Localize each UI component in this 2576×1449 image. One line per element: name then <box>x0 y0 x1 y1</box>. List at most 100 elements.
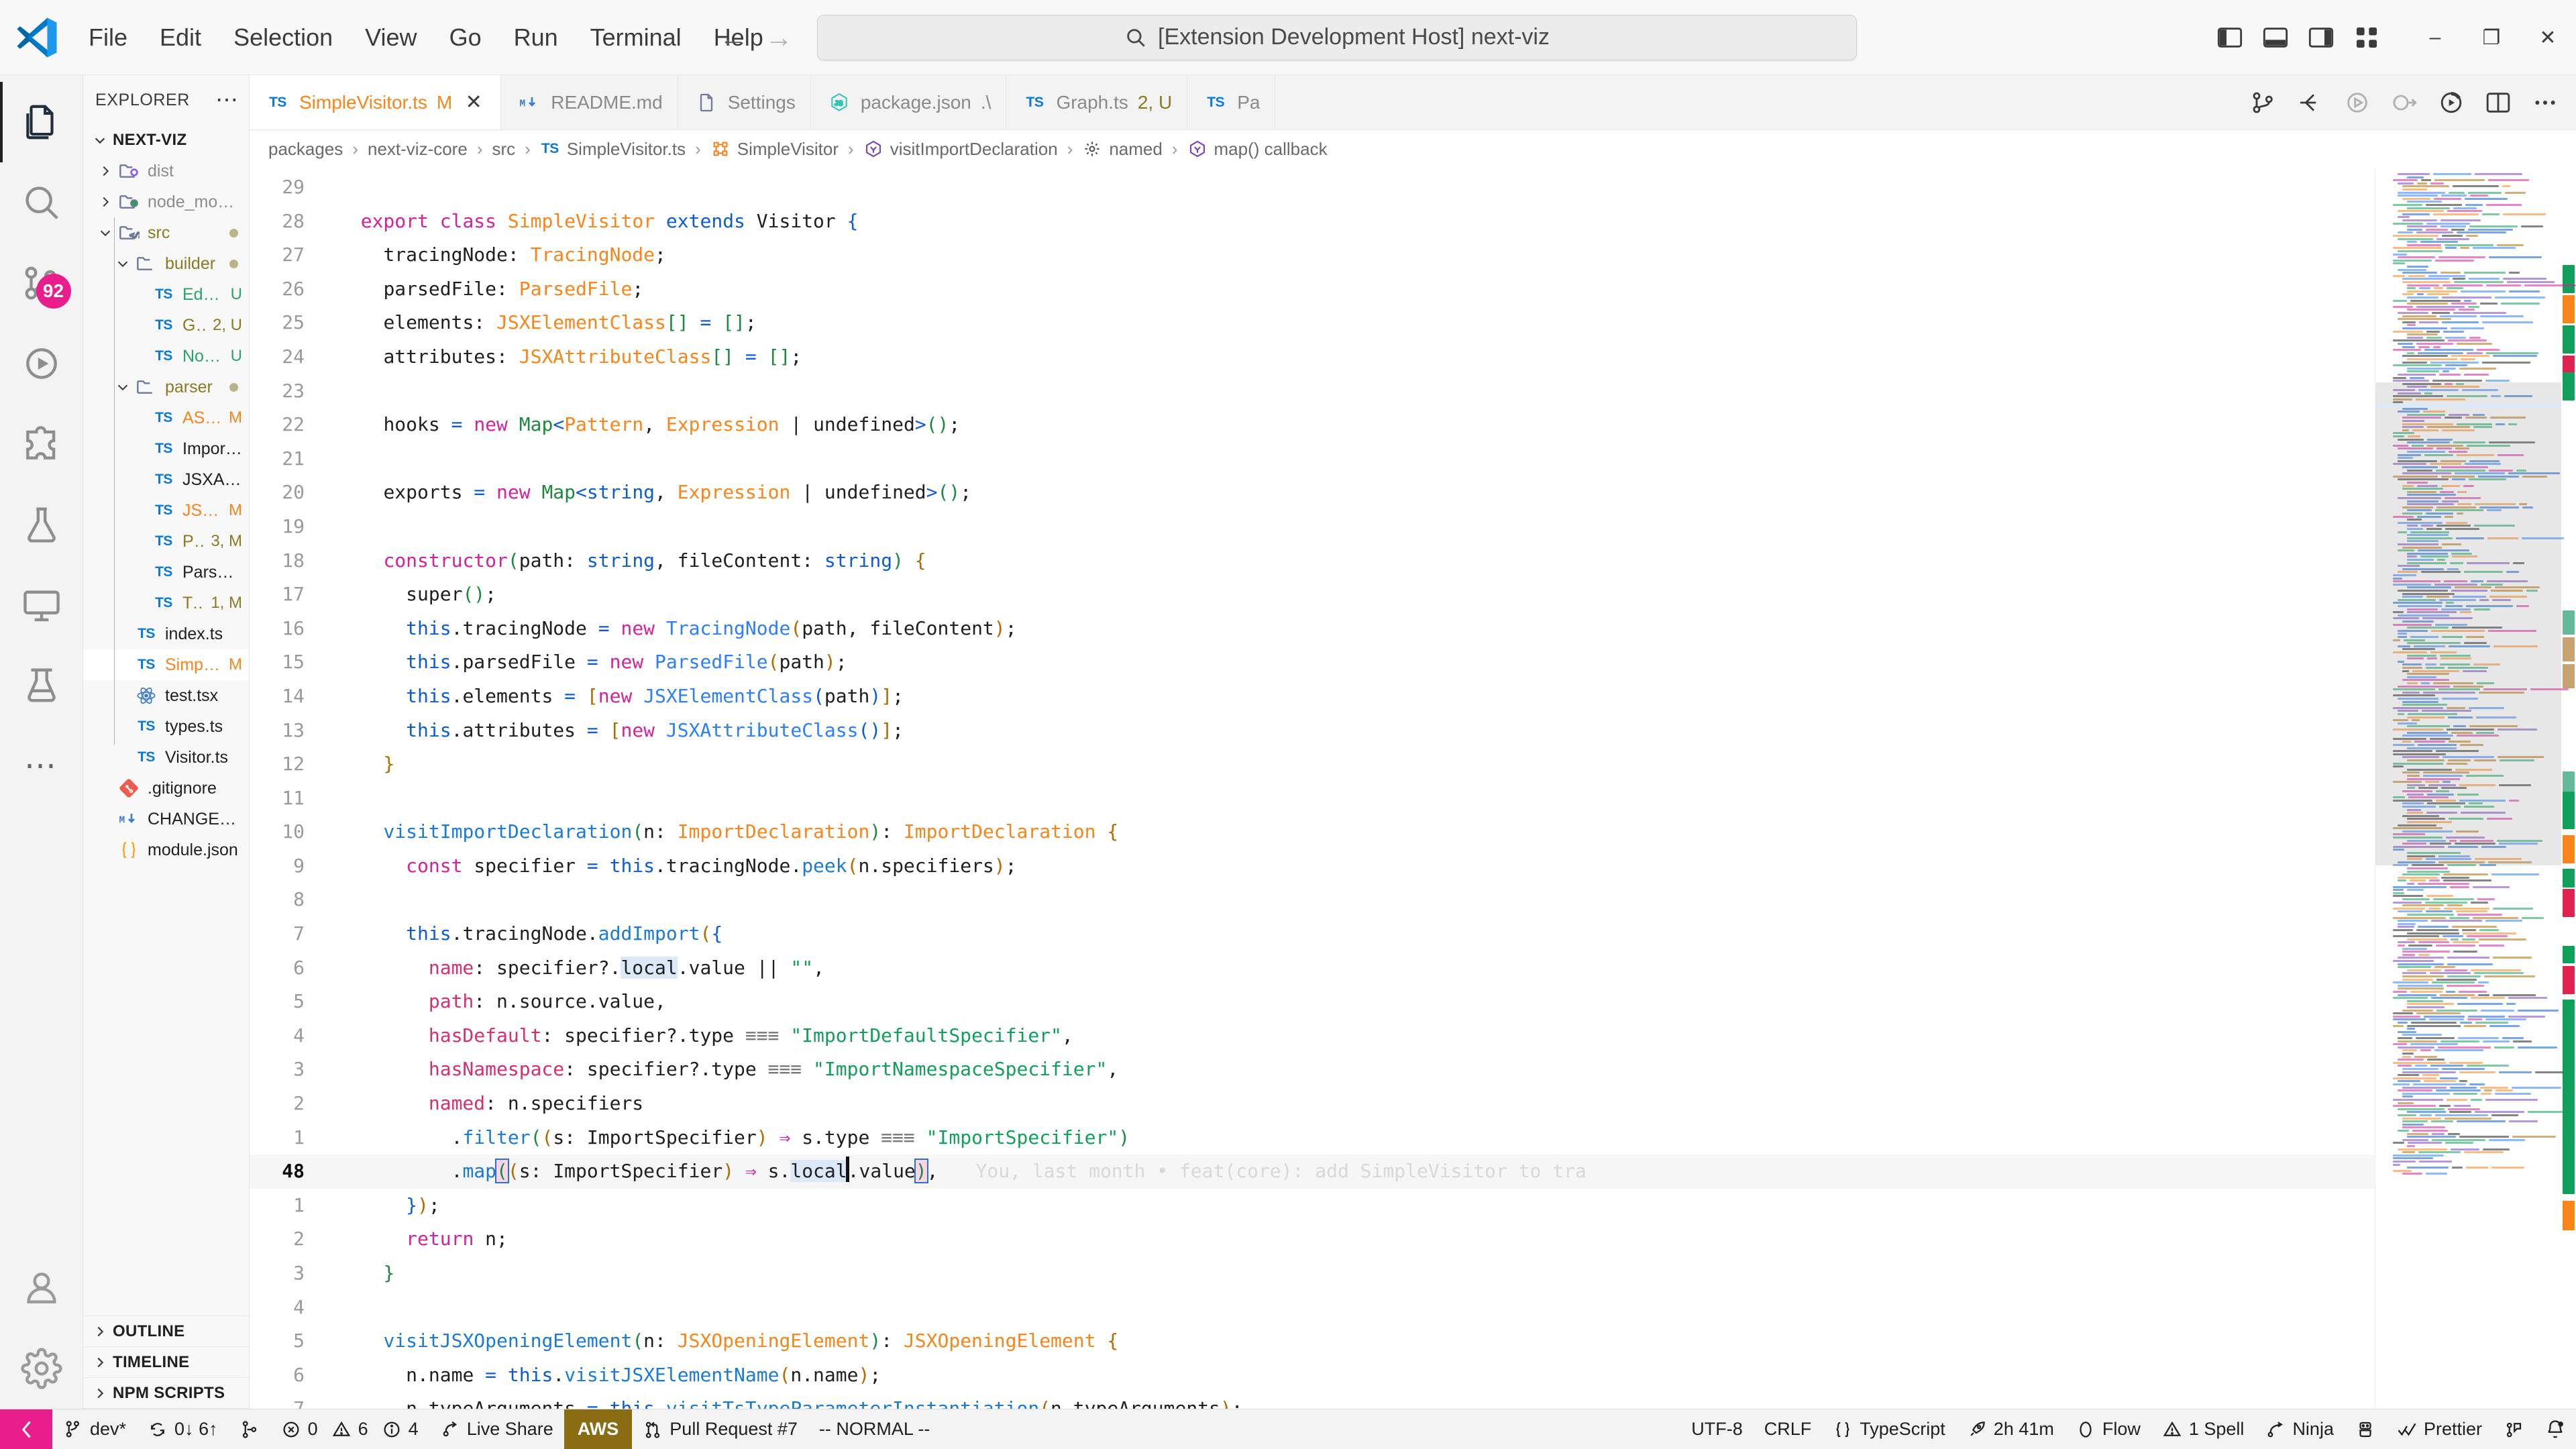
sidebar-item-explorer[interactable] <box>0 82 83 162</box>
status-feedback[interactable] <box>2493 1409 2534 1449</box>
code-line[interactable]: 7 n.typeArguments = this.visitTsTypePara… <box>250 1392 2375 1409</box>
sidebar-item-extensions[interactable] <box>0 404 83 484</box>
code-line[interactable]: 24 attributes: JSXAttributeClass[] = []; <box>250 340 2375 374</box>
manage-settings-button[interactable] <box>0 1328 83 1409</box>
menu-view[interactable]: View <box>349 17 433 58</box>
menu-terminal[interactable]: Terminal <box>574 17 698 58</box>
accounts-button[interactable] <box>0 1248 83 1328</box>
status-problems[interactable]: 0 6 4 <box>270 1409 429 1449</box>
code-line[interactable]: 9 const specifier = this.tracingNode.pee… <box>250 849 2375 883</box>
chevron-down-icon[interactable] <box>95 223 115 243</box>
code-line[interactable]: 4 hasDefault: specifier?.type ≡≡≡ "Impor… <box>250 1019 2375 1053</box>
code-line[interactable]: 17 super(); <box>250 578 2375 612</box>
tree-folder-row[interactable]: builder <box>83 248 249 279</box>
code-line[interactable]: 2 named: n.specifiers <box>250 1087 2375 1121</box>
chevron-right-icon[interactable] <box>95 192 115 212</box>
status-pull-request[interactable]: Pull Request #7 <box>632 1409 808 1449</box>
code-line[interactable]: 1 .filter((s: ImportSpecifier) ⇒ s.type … <box>250 1121 2375 1155</box>
menu-selection[interactable]: Selection <box>217 17 349 58</box>
tree-file-row[interactable]: TSASTParser.tsM <box>83 402 249 433</box>
toggle-secondary-sidebar-icon[interactable] <box>2308 24 2334 51</box>
breadcrumb-item[interactable]: SimpleVisitor <box>710 139 839 160</box>
editor-tabs[interactable]: TSSimpleVisitor.tsM✕MREADME.mdSettingsJS… <box>250 75 2233 129</box>
status-copilot[interactable] <box>2345 1409 2386 1449</box>
status-remote-indicator[interactable] <box>0 1409 52 1449</box>
breadcrumb-item[interactable]: TSSimpleVisitor.ts <box>540 139 686 160</box>
code-line[interactable]: 20 exports = new Map<string, Expression … <box>250 476 2375 510</box>
status-eol[interactable]: CRLF <box>1754 1409 1823 1449</box>
menu-file[interactable]: File <box>72 17 144 58</box>
minimap[interactable] <box>2375 168 2576 1409</box>
minimize-button[interactable]: – <box>2407 0 2463 75</box>
editor-tab-graph-ts[interactable]: TSGraph.ts2, U <box>1006 75 1187 129</box>
run-icon[interactable] <box>2344 89 2371 116</box>
tree-file-row[interactable]: TSTracingNode.ts1, M <box>83 588 249 619</box>
sidebar-item-test-explorer[interactable] <box>0 645 83 726</box>
breadcrumb-item[interactable]: map() callback <box>1187 139 1328 160</box>
tree-file-row[interactable]: TStypes.ts <box>83 711 249 742</box>
sidebar-item-search[interactable] <box>0 162 83 243</box>
breadcrumb-item[interactable]: named <box>1082 139 1163 160</box>
status-live-share[interactable]: Live Share <box>429 1409 564 1449</box>
tree-folder-row[interactable]: </>src <box>83 217 249 248</box>
menu-edit[interactable]: Edit <box>144 17 217 58</box>
chevron-right-icon[interactable] <box>95 161 115 181</box>
sidebar-item-remote-explorer[interactable] <box>0 565 83 645</box>
sidebar-item-testing[interactable] <box>0 484 83 565</box>
status-wakatime[interactable]: 2h 41m <box>1956 1409 2065 1449</box>
code-line[interactable]: 6 name: specifier?.local.value || "", <box>250 951 2375 985</box>
tree-file-row[interactable]: TSImport.ts <box>83 433 249 464</box>
status-sync-changes[interactable]: 0↓ 6↑ <box>137 1409 229 1449</box>
tree-file-row[interactable]: TSSimpleVisitor.tsM <box>83 649 249 680</box>
code-line[interactable]: 19 <box>250 510 2375 544</box>
editor-tab-settings[interactable]: Settings <box>678 75 811 129</box>
split-editor-icon[interactable] <box>2485 89 2512 116</box>
sidebar-actions-ellipsis-icon[interactable]: ⋯ <box>215 95 239 106</box>
code-line[interactable]: 13 this.attributes = [new JSXAttributeCl… <box>250 714 2375 748</box>
section-timeline[interactable]: TIMELINE <box>83 1347 249 1378</box>
tree-file-row[interactable]: TSParsedFile.ts <box>83 557 249 588</box>
code-line[interactable]: 26 parsedFile: ParsedFile; <box>250 272 2375 307</box>
code-line[interactable]: 22 hooks = new Map<Pattern, Expression |… <box>250 408 2375 442</box>
breadcrumb-item[interactable]: visitImportDeclaration <box>863 139 1058 160</box>
tree-file-row[interactable]: TSindex.ts <box>83 619 249 649</box>
sidebar-item-run-and-debug[interactable] <box>0 323 83 404</box>
run-coverage-icon[interactable] <box>2438 89 2465 116</box>
status-vim-mode[interactable]: -- NORMAL -- <box>808 1409 941 1449</box>
status-ninja[interactable]: Ninja <box>2255 1409 2345 1449</box>
menu-bar[interactable]: File Edit Selection View Go Run Terminal… <box>72 17 780 58</box>
code-line[interactable]: 2 return n; <box>250 1222 2375 1256</box>
status-prettier[interactable]: Prettier <box>2386 1409 2493 1449</box>
code-line[interactable]: 12 } <box>250 747 2375 782</box>
code-line[interactable]: 15 this.parsedFile = new ParsedFile(path… <box>250 645 2375 680</box>
minimap-slider[interactable] <box>2375 382 2561 865</box>
breadcrumb[interactable]: packages›next-viz-core›src›TSSimpleVisit… <box>250 130 2576 168</box>
editor-tab-readme-md[interactable]: MREADME.md <box>501 75 678 129</box>
code-line[interactable]: 28 export class SimpleVisitor extends Vi… <box>250 205 2375 239</box>
overview-ruler[interactable] <box>2561 168 2576 1409</box>
code-line[interactable]: 8 <box>250 883 2375 917</box>
editor-tab-package-json[interactable]: JSpackage.json.\ <box>811 75 1007 129</box>
editor-tab-pa[interactable]: TSPa <box>1187 75 1275 129</box>
status-spell[interactable]: 1 Spell <box>2151 1409 2255 1449</box>
chevron-down-icon[interactable] <box>113 377 133 397</box>
more-actions-icon[interactable] <box>2532 89 2559 116</box>
tree-folder-row[interactable]: node_modules <box>83 186 249 217</box>
section-outline[interactable]: OUTLINE <box>83 1316 249 1347</box>
go-back-icon[interactable] <box>2297 89 2324 116</box>
section-npm-scripts[interactable]: NPM SCRIPTS <box>83 1378 249 1409</box>
menu-run[interactable]: Run <box>498 17 574 58</box>
code-line[interactable]: 6 n.name = this.visitJSXElementName(n.na… <box>250 1358 2375 1393</box>
tree-file-row[interactable]: MCHANGELOG.md <box>83 804 249 835</box>
code-line[interactable]: 23 <box>250 374 2375 409</box>
toggle-primary-sidebar-icon[interactable] <box>2216 24 2243 51</box>
code-editor[interactable]: 2928 export class SimpleVisitor extends … <box>250 168 2375 1409</box>
tree-file-row[interactable]: TSParsableNode.ts3, M <box>83 526 249 557</box>
code-line[interactable]: 25 elements: JSXElementClass[] = []; <box>250 306 2375 340</box>
customize-layout-icon[interactable] <box>2353 24 2380 51</box>
close-icon[interactable]: ✕ <box>462 91 486 114</box>
code-line[interactable]: 27 tracingNode: TracingNode; <box>250 238 2375 272</box>
sidebar-item-source-control[interactable]: 92 <box>0 243 83 323</box>
tree-file-row[interactable]: TSNode.tsU <box>83 341 249 372</box>
toggle-panel-icon[interactable] <box>2262 24 2289 51</box>
